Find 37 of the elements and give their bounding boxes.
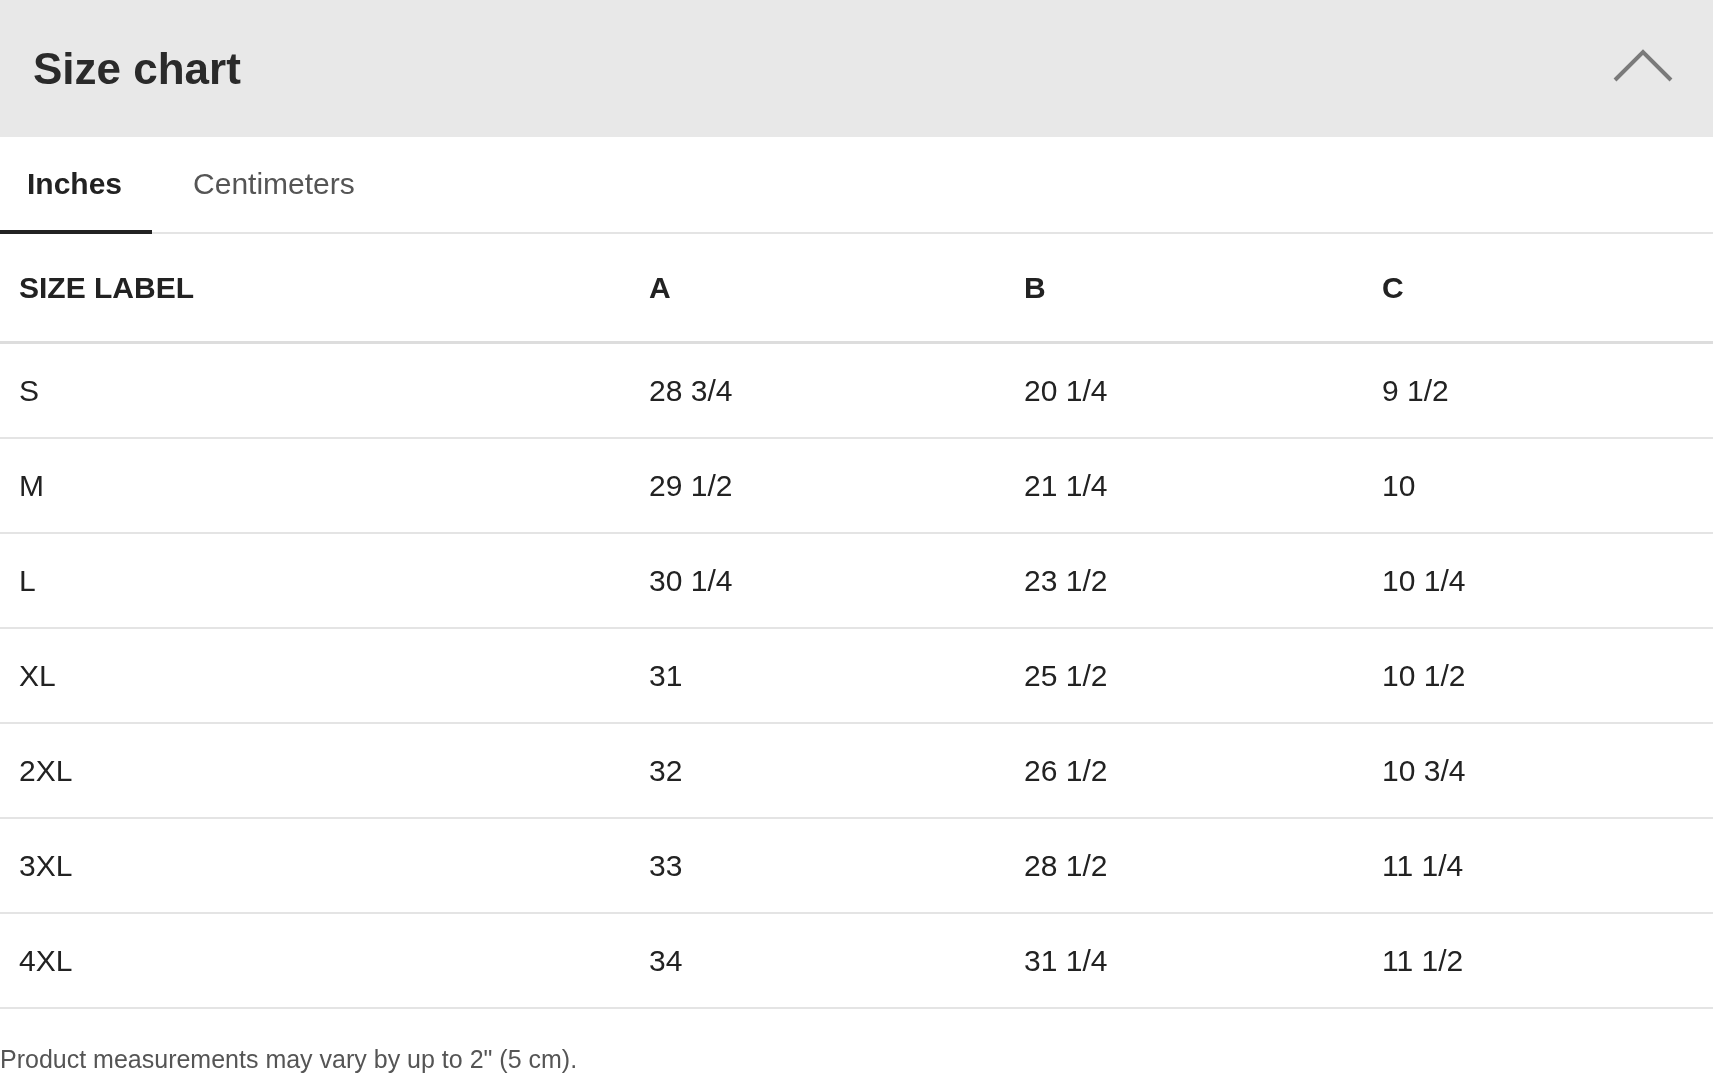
table-cell-text: XL xyxy=(19,658,57,693)
table-cell-text: 2XL xyxy=(19,753,74,788)
table-cell-text: 11 1/4 xyxy=(1382,848,1465,883)
table-cell-text: 10 1/2 xyxy=(1382,658,1467,693)
column-header: B xyxy=(1024,270,1047,305)
table-cell-text: 9 1/2 xyxy=(1382,373,1450,408)
table-cell-text: 28 3/4 xyxy=(649,373,734,408)
table-cell-text: M xyxy=(19,468,45,503)
table-cell-text: 29 1/2 xyxy=(649,468,734,503)
table-cell-text: 10 xyxy=(1382,468,1417,503)
table-cell-text: 4XL xyxy=(19,943,74,978)
table-cell-text: 11 1/2 xyxy=(1382,943,1465,978)
table-cell-text: 21 1/4 xyxy=(1024,468,1109,503)
table-cell-text: 31 1/4 xyxy=(1024,943,1109,978)
table-cell-text: 25 1/2 xyxy=(1024,658,1109,693)
table-cell-text: 10 3/4 xyxy=(1382,753,1467,788)
table-cell-text: 33 xyxy=(649,848,684,883)
unit-tab[interactable]: Centimeters xyxy=(166,137,385,234)
collapse-button[interactable] xyxy=(1613,47,1673,84)
column-header: SIZE LABEL xyxy=(19,270,195,305)
column-header: C xyxy=(1382,270,1405,305)
table-cell-text: S xyxy=(19,373,40,408)
table-cell-text: 26 1/2 xyxy=(1024,753,1109,788)
table-cell-text: 20 1/4 xyxy=(1024,373,1109,408)
table-cell-text: 31 xyxy=(649,658,684,693)
table-cell-text: 32 xyxy=(649,753,684,788)
table-cell-text: 23 1/2 xyxy=(1024,563,1109,598)
table-cell-text: 10 1/4 xyxy=(1382,563,1467,598)
table-cell-text: 3XL xyxy=(19,848,74,883)
column-header: A xyxy=(649,270,672,305)
unit-tab[interactable]: Inches xyxy=(0,137,153,234)
table-cell-text: L xyxy=(19,563,37,598)
table-cell-text: 34 xyxy=(649,943,684,978)
footnote-text: Product measurements may vary by up to 2" (5 cm). xyxy=(0,1045,579,1074)
table-cell-text: 28 1/2 xyxy=(1024,848,1109,883)
table-cell-text: 30 1/4 xyxy=(649,563,734,598)
panel-title: Size chart xyxy=(33,43,241,94)
